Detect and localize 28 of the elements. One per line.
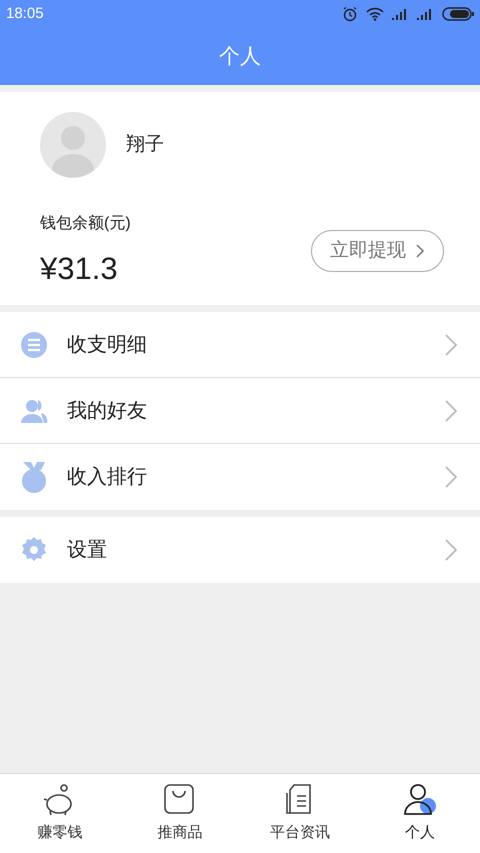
wifi-icon xyxy=(366,7,384,21)
chevron-right-icon xyxy=(444,465,458,489)
menu-item[interactable]: 设置 xyxy=(0,517,480,583)
gear-icon xyxy=(20,536,48,564)
tab[interactable]: 推商品 xyxy=(120,774,240,853)
tab[interactable]: 赚零钱 xyxy=(0,774,120,853)
battery-icon xyxy=(442,7,474,21)
balance-amount: ¥31.3 xyxy=(40,250,118,288)
chevron-right-icon xyxy=(444,538,458,562)
withdraw-button[interactable]: 立即提现 xyxy=(311,230,444,272)
list-icon xyxy=(20,330,48,358)
tab[interactable]: 平台资讯 xyxy=(240,774,360,853)
menu-item[interactable]: 收支明细 xyxy=(0,312,480,378)
balance-label: 钱包余额(元) xyxy=(40,214,131,234)
chevron-right-icon xyxy=(416,244,425,258)
chevron-right-icon xyxy=(444,398,458,422)
page-title: 个人 xyxy=(219,44,261,70)
medal-icon xyxy=(20,461,48,493)
signal-icon xyxy=(417,8,434,20)
status-time: 18:05 xyxy=(6,4,44,24)
signal-icon xyxy=(392,8,409,20)
menu-item[interactable]: 收入排行 xyxy=(0,444,480,510)
avatar-icon xyxy=(40,112,106,178)
menu-item[interactable]: 我的好友 xyxy=(0,378,480,444)
chevron-right-icon xyxy=(444,332,458,356)
alarm-icon xyxy=(342,6,358,22)
user-name: 翔子 xyxy=(126,132,164,157)
tab[interactable]: 个人 xyxy=(360,774,480,853)
